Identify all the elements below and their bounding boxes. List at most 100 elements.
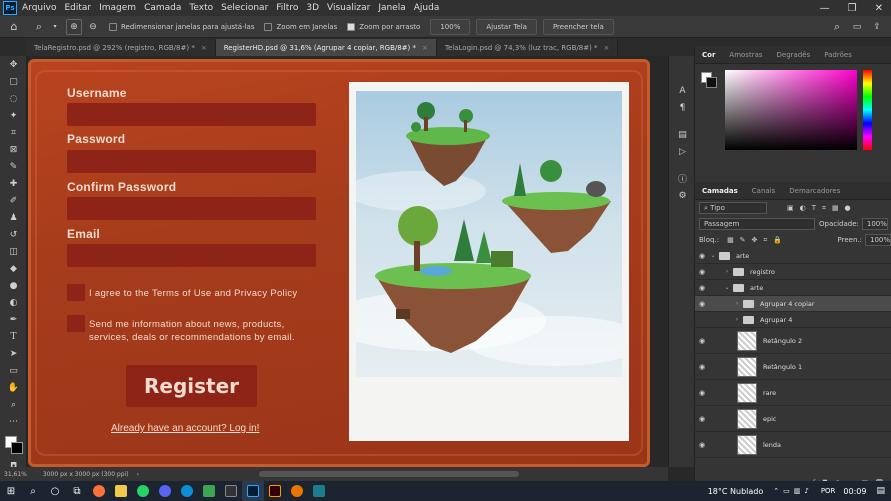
- color-spectrum[interactable]: [725, 70, 857, 150]
- eye-icon[interactable]: ◉: [695, 337, 709, 345]
- language-indicator[interactable]: POR: [821, 487, 836, 495]
- artboard-tool-icon[interactable]: ▢: [0, 73, 27, 90]
- illustrator-icon[interactable]: [264, 481, 286, 501]
- photoshop-taskbar-icon[interactable]: [242, 481, 264, 501]
- blur-tool-icon[interactable]: ●: [0, 277, 27, 294]
- hue-slider[interactable]: [863, 70, 872, 150]
- eye-icon[interactable]: ◉: [695, 300, 709, 308]
- tab-camadas[interactable]: Camadas: [695, 187, 745, 195]
- path-select-icon[interactable]: ➤: [0, 345, 27, 362]
- tab-amostras[interactable]: Amostras: [722, 51, 769, 59]
- fill-input[interactable]: 100%: [865, 234, 891, 246]
- eye-icon[interactable]: ◉: [695, 363, 709, 371]
- chevron-down-icon[interactable]: ▾: [50, 23, 60, 30]
- eye-icon[interactable]: ◉: [695, 268, 709, 276]
- menu-editar[interactable]: Editar: [64, 3, 91, 13]
- blender-icon[interactable]: [286, 481, 308, 501]
- close-window-button[interactable]: ✕: [875, 3, 883, 14]
- menu-texto[interactable]: Texto: [189, 3, 213, 13]
- opacity-input[interactable]: 100%: [861, 218, 888, 230]
- menu-visualizar[interactable]: Visualizar: [327, 3, 370, 13]
- magic-wand-icon[interactable]: ✦: [0, 107, 27, 124]
- caret-right-icon[interactable]: ›: [723, 268, 731, 275]
- character-panel-icon[interactable]: A: [669, 82, 696, 99]
- actions-panel-icon[interactable]: ▷: [669, 143, 696, 160]
- tab-registerhd[interactable]: RegisterHD.psd @ 31,6% (Agrupar 4 copiar…: [215, 39, 437, 56]
- menu-imagem[interactable]: Imagem: [99, 3, 136, 13]
- horizontal-scrollbar[interactable]: [258, 471, 519, 477]
- app-icon[interactable]: [220, 481, 242, 501]
- zoom-level[interactable]: 31,61%: [4, 471, 27, 478]
- pen-tool-icon[interactable]: ✒: [0, 311, 27, 328]
- tab-telaregistro[interactable]: TelaRegistro.psd @ 292% (registro, RGB/8…: [26, 39, 216, 56]
- paragraph-panel-icon[interactable]: ¶: [669, 99, 696, 116]
- zoom-out-icon[interactable]: ⊖: [85, 19, 101, 35]
- caret-down-icon[interactable]: ⌄: [709, 252, 717, 259]
- zoom-all-checkbox[interactable]: [264, 22, 273, 31]
- weather-text[interactable]: 18°C Nublado: [708, 487, 764, 496]
- rectangle-tool-icon[interactable]: ▭: [0, 362, 27, 379]
- layer-agrupar-4-copiar[interactable]: ◉ › Agrupar 4 copiar: [695, 296, 891, 312]
- firefox-icon[interactable]: [88, 481, 110, 501]
- paint-bucket-icon[interactable]: ◆: [0, 260, 27, 277]
- eyedropper-icon[interactable]: ✎: [0, 158, 27, 175]
- history-panel-icon[interactable]: ▤: [669, 126, 696, 143]
- tab-telalogin[interactable]: TelaLogin.psd @ 74,3% (luz trac, RGB/8#)…: [436, 39, 619, 56]
- share-icon[interactable]: ⇪: [867, 22, 887, 32]
- home-icon[interactable]: ⌂: [0, 20, 28, 33]
- menu-selecionar[interactable]: Selecionar: [221, 3, 268, 13]
- edge-icon[interactable]: [176, 481, 198, 501]
- file-explorer-icon[interactable]: [110, 481, 132, 501]
- layer-arte[interactable]: ◉ ⌄ arte: [695, 248, 891, 264]
- layer-agrupar-4[interactable]: › Agrupar 4: [695, 312, 891, 328]
- layer-rare[interactable]: ◉ rare: [695, 380, 891, 406]
- menu-filtro[interactable]: Filtro: [276, 3, 298, 13]
- lock-icons[interactable]: ▦✎✥⌗🔒: [727, 236, 788, 245]
- menu-arquivo[interactable]: Arquivo: [22, 3, 56, 13]
- scrubby-zoom-checkbox[interactable]: [347, 22, 356, 31]
- search-icon[interactable]: ⌕: [827, 20, 847, 34]
- restore-button[interactable]: ❐: [848, 3, 857, 14]
- close-tab-icon[interactable]: ×: [604, 44, 610, 52]
- eye-icon[interactable]: ◉: [695, 389, 709, 397]
- eye-icon[interactable]: ◉: [695, 441, 709, 449]
- caret-right-icon[interactable]: ›: [733, 316, 741, 323]
- zoom-in-icon[interactable]: ⊕: [66, 18, 82, 35]
- close-tab-icon[interactable]: ×: [422, 44, 428, 52]
- history-brush-icon[interactable]: ↺: [0, 226, 27, 243]
- discord-icon[interactable]: [154, 481, 176, 501]
- brush-tool-icon[interactable]: ✐: [0, 192, 27, 209]
- app-icon[interactable]: [198, 481, 220, 501]
- eye-icon[interactable]: ◉: [695, 415, 709, 423]
- layer-filter-icons[interactable]: ▣◐T⌗▦●: [787, 204, 857, 213]
- hand-tool-icon[interactable]: ✋: [0, 379, 27, 396]
- eye-icon[interactable]: ◉: [695, 252, 709, 260]
- frame-tool-icon[interactable]: ⊠: [0, 141, 27, 158]
- lasso-tool-icon[interactable]: ◌: [0, 90, 27, 107]
- canvas-area[interactable]: Username Password Confirm Password Email…: [28, 56, 668, 467]
- background-swatch[interactable]: [706, 77, 717, 88]
- tab-padroes[interactable]: Padrões: [817, 51, 859, 59]
- caret-right-icon[interactable]: ›: [733, 300, 741, 307]
- tray-icons[interactable]: ⌃▭▥♪: [773, 487, 813, 495]
- tab-cor[interactable]: Cor: [695, 51, 722, 59]
- notification-icon[interactable]: ▤: [876, 486, 885, 496]
- layer-retangulo-1[interactable]: ◉ Retângulo 1: [695, 354, 891, 380]
- dodge-tool-icon[interactable]: ◐: [0, 294, 27, 311]
- menu-ajuda[interactable]: Ajuda: [414, 3, 440, 13]
- start-icon[interactable]: ⊞: [0, 481, 22, 501]
- info-panel-icon[interactable]: ⓘ: [669, 170, 696, 187]
- clock[interactable]: 00:09: [843, 487, 866, 496]
- menu-camada[interactable]: Camada: [144, 3, 181, 13]
- type-tool-icon[interactable]: T: [0, 328, 27, 345]
- resize-windows-option[interactable]: Redimensionar janelas para ajustá-las: [109, 22, 254, 31]
- search-icon[interactable]: ⌕: [22, 481, 44, 501]
- stamp-tool-icon[interactable]: ♟: [0, 209, 27, 226]
- workspace-icon[interactable]: ▭: [847, 22, 867, 32]
- healing-brush-icon[interactable]: ✚: [0, 175, 27, 192]
- close-tab-icon[interactable]: ×: [201, 44, 207, 52]
- minimize-button[interactable]: —: [820, 3, 830, 14]
- taskview-icon[interactable]: ⧉: [66, 481, 88, 501]
- zoom-tool-icon[interactable]: ⌕: [0, 396, 27, 413]
- whatsapp-icon[interactable]: [132, 481, 154, 501]
